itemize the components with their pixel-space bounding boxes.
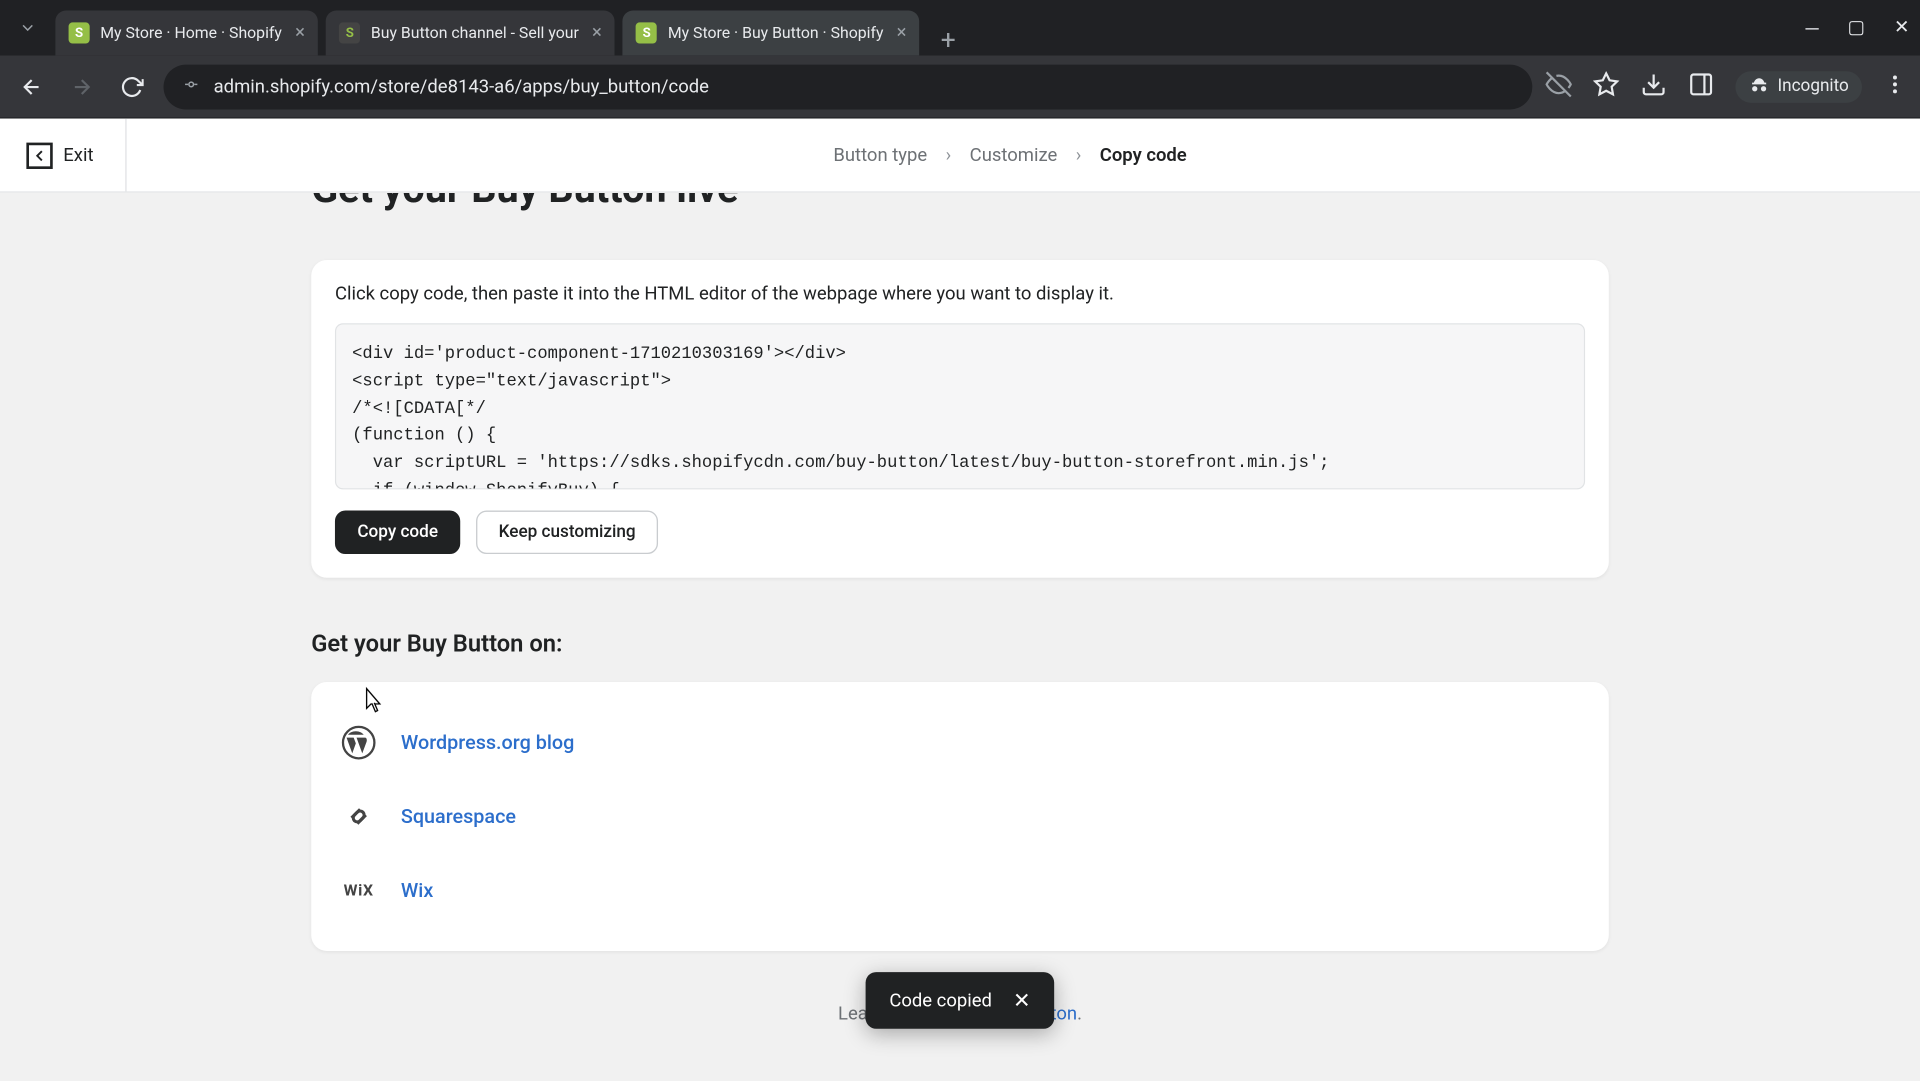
toast-notification: Code copied ✕	[866, 972, 1055, 1029]
breadcrumb: Button type › Customize › Copy code	[126, 144, 1893, 165]
chevron-right-icon: ›	[1076, 144, 1082, 165]
new-tab-button[interactable]: +	[928, 24, 969, 56]
site-info-icon[interactable]	[182, 75, 200, 99]
exit-button[interactable]: Exit	[26, 119, 126, 192]
browser-tab[interactable]: S My Store · Home · Shopify ×	[55, 11, 318, 56]
incognito-badge[interactable]: Incognito	[1735, 71, 1862, 103]
close-icon[interactable]: ×	[897, 22, 907, 43]
reload-button[interactable]	[113, 68, 150, 105]
exit-icon	[26, 142, 52, 168]
platform-item: Wordpress.org blog	[335, 706, 1585, 780]
platform-item: WiX Wix	[335, 853, 1585, 927]
tab-title: My Store · Home · Shopify	[100, 24, 282, 42]
address-bar[interactable]: admin.shopify.com/store/de8143-a6/apps/b…	[164, 64, 1533, 109]
instruction-text: Click copy code, then paste it into the …	[335, 284, 1585, 305]
back-button[interactable]	[13, 68, 50, 105]
breadcrumb-step[interactable]: Button type	[833, 144, 927, 165]
tab-title: My Store · Buy Button · Shopify	[668, 24, 884, 42]
wix-icon: WiX	[340, 872, 377, 909]
browser-toolbar: admin.shopify.com/store/de8143-a6/apps/b…	[0, 55, 1920, 118]
platform-link[interactable]: Wix	[401, 878, 433, 902]
minimize-icon[interactable]: ─	[1805, 16, 1818, 38]
button-row: Copy code Keep customizing	[335, 510, 1585, 554]
browser-titlebar: S My Store · Home · Shopify × S Buy Butt…	[0, 0, 1920, 55]
browser-tab[interactable]: S Buy Button channel - Sell your ×	[326, 11, 615, 56]
page-viewport: Exit Button type › Customize › Copy code…	[0, 119, 1920, 1081]
close-icon[interactable]: ×	[592, 22, 602, 43]
wordpress-icon	[340, 724, 377, 761]
shopify-favicon-icon: S	[339, 22, 360, 43]
toolbar-actions: Incognito	[1545, 71, 1906, 103]
side-panel-icon[interactable]	[1688, 71, 1714, 103]
incognito-label: Incognito	[1777, 76, 1848, 96]
main-content: Get your Buy Button live Click copy code…	[285, 166, 1635, 1081]
menu-icon[interactable]	[1883, 72, 1907, 101]
platforms-card: Wordpress.org blog Squarespace WiX Wix	[311, 682, 1609, 951]
breadcrumb-step-active: Copy code	[1100, 144, 1187, 165]
close-window-icon[interactable]: ✕	[1894, 17, 1909, 38]
browser-tab-active[interactable]: S My Store · Buy Button · Shopify ×	[623, 11, 920, 56]
close-icon[interactable]: ✕	[1013, 988, 1031, 1013]
window-controls: ─ ▢ ✕	[1805, 0, 1909, 55]
platforms-heading: Get your Buy Button on:	[311, 630, 1609, 658]
bookmark-icon[interactable]	[1593, 71, 1619, 103]
shopify-favicon-icon: S	[69, 22, 90, 43]
platform-link[interactable]: Squarespace	[401, 804, 516, 828]
squarespace-icon	[340, 798, 377, 835]
shopify-favicon-icon: S	[636, 22, 657, 43]
code-textarea[interactable]: <div id='product-component-1710210303169…	[335, 323, 1585, 489]
code-card: Click copy code, then paste it into the …	[311, 260, 1609, 578]
download-icon[interactable]	[1640, 71, 1666, 103]
maximize-icon[interactable]: ▢	[1848, 17, 1865, 38]
close-icon[interactable]: ×	[295, 22, 305, 43]
tab-strip: S My Store · Home · Shopify × S Buy Butt…	[55, 0, 969, 55]
app-header: Exit Button type › Customize › Copy code	[0, 119, 1920, 193]
eye-off-icon[interactable]	[1545, 71, 1571, 103]
tab-title: Buy Button channel - Sell your	[371, 24, 579, 42]
copy-code-button[interactable]: Copy code	[335, 510, 460, 554]
platform-link[interactable]: Wordpress.org blog	[401, 731, 574, 755]
exit-label: Exit	[63, 144, 93, 165]
keep-customizing-button[interactable]: Keep customizing	[476, 510, 658, 554]
tab-search-icon[interactable]	[13, 13, 42, 42]
url-text: admin.shopify.com/store/de8143-a6/apps/b…	[214, 76, 1514, 97]
platform-item: Squarespace	[335, 779, 1585, 853]
breadcrumb-step[interactable]: Customize	[970, 144, 1058, 165]
toast-message: Code copied	[889, 990, 992, 1011]
forward-button[interactable]	[63, 68, 100, 105]
chevron-right-icon: ›	[946, 144, 952, 165]
